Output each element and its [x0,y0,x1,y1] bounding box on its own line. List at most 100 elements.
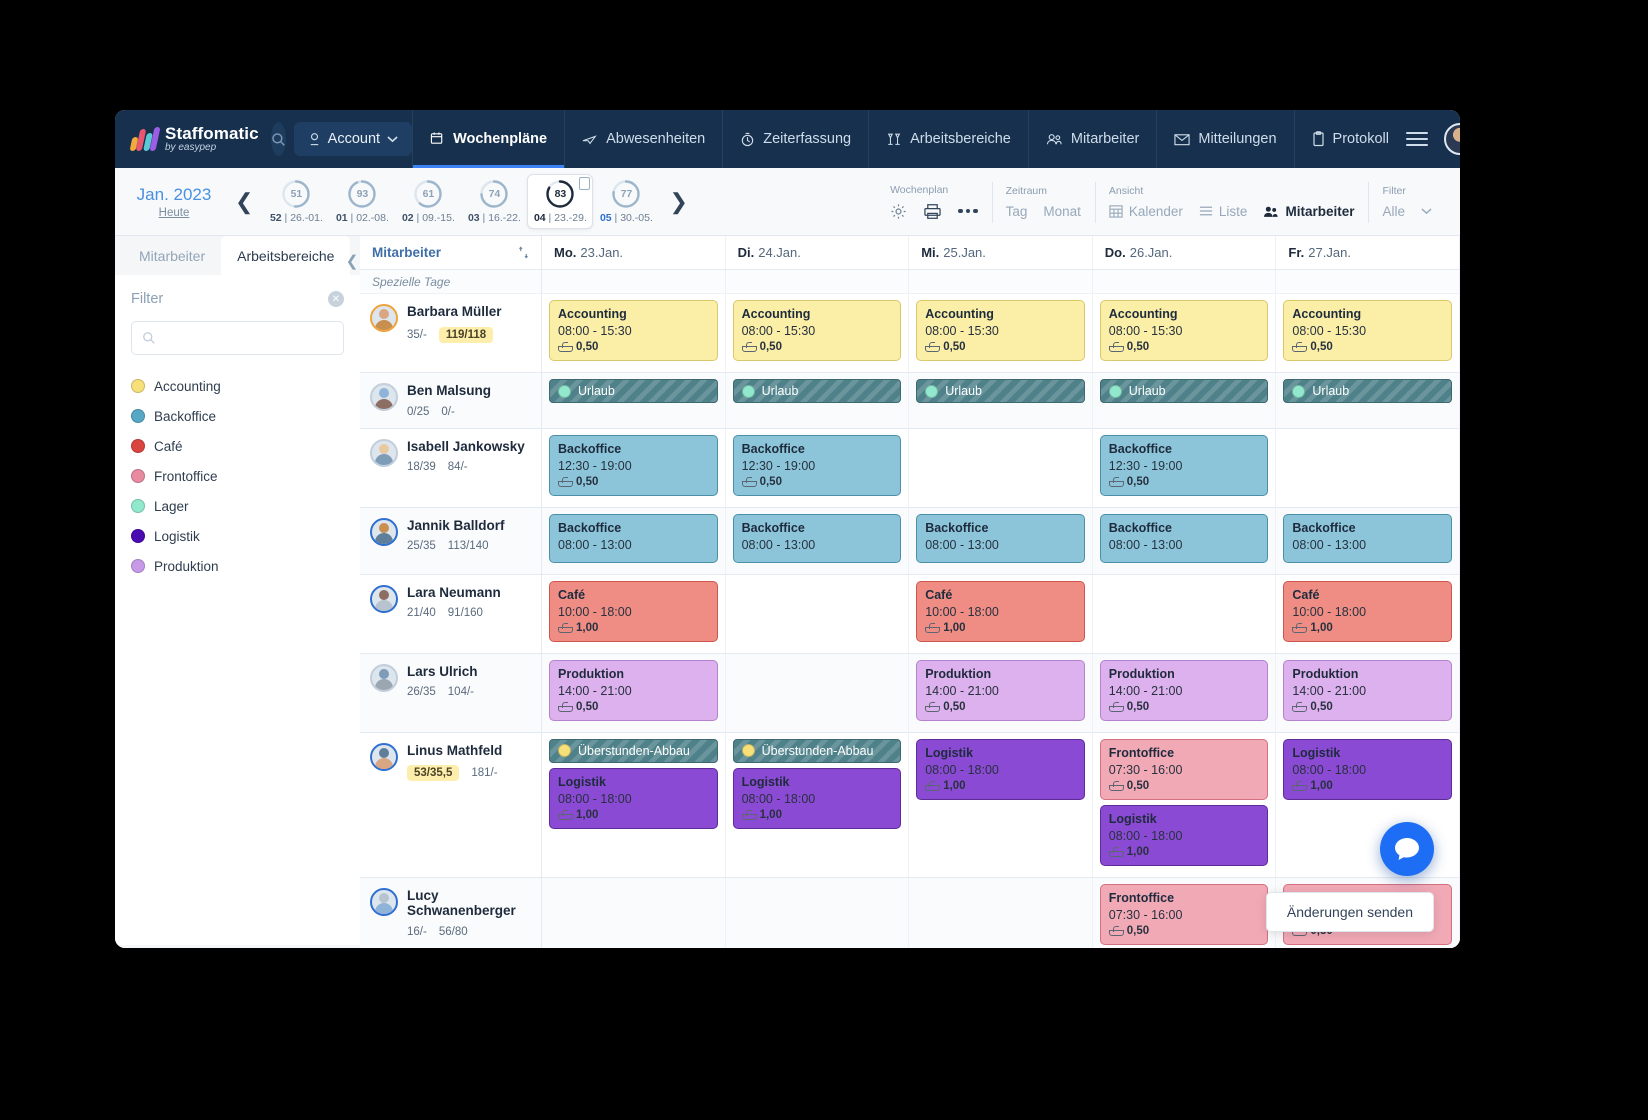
absence-card[interactable]: Urlaub [1283,379,1452,403]
send-changes-button[interactable]: Änderungen senden [1266,892,1434,932]
shift-card[interactable]: Produktion14:00 - 21:000,50 [1100,660,1269,721]
filter-search-box[interactable] [131,321,344,355]
shift-cell[interactable] [909,878,1093,948]
special-day-cell[interactable] [726,270,910,293]
shift-card[interactable]: Logistik08:00 - 18:001,00 [916,739,1085,800]
shift-card[interactable]: Logistik08:00 - 18:001,00 [549,768,718,829]
shift-card[interactable]: Backoffice08:00 - 13:00 [549,514,718,563]
shift-card[interactable]: Backoffice08:00 - 13:00 [916,514,1085,563]
zeitraum-option-monat[interactable]: Monat [1043,204,1081,219]
shift-cell[interactable]: Backoffice08:00 - 13:00 [909,508,1093,574]
shift-card[interactable]: Logistik08:00 - 18:001,00 [1100,805,1269,866]
employee-cell[interactable]: Linus Mathfeld53/35,5181/- [360,733,542,877]
absence-card[interactable]: Urlaub [916,379,1085,403]
shift-cell[interactable]: Backoffice12:30 - 19:000,50 [726,429,910,507]
ansicht-option-kalender[interactable]: Kalender [1109,204,1183,219]
shift-cell[interactable] [909,429,1093,507]
shift-card[interactable]: Produktion14:00 - 21:000,50 [916,660,1085,721]
special-day-cell[interactable] [542,270,726,293]
shift-card[interactable]: Café10:00 - 18:001,00 [549,581,718,642]
shift-card[interactable]: Accounting08:00 - 15:300,50 [1283,300,1452,361]
week-selector-05[interactable]: 7705 | 30.-05. [593,175,659,228]
shift-card[interactable]: Accounting08:00 - 15:300,50 [1100,300,1269,361]
nav-item-arbeitsbereiche[interactable]: Arbeitsbereiche [868,110,1028,168]
shift-cell[interactable]: Urlaub [1093,373,1277,428]
shift-cell[interactable]: Backoffice12:30 - 19:000,50 [542,429,726,507]
shift-cell[interactable]: Backoffice12:30 - 19:000,50 [1093,429,1277,507]
nav-item-mitarbeiter[interactable]: Mitarbeiter [1028,110,1157,168]
absence-card[interactable]: Urlaub [1100,379,1269,403]
chat-bubble-icon[interactable] [1380,822,1434,876]
shift-cell[interactable]: Accounting08:00 - 15:300,50 [1093,294,1277,372]
filter-item-logistik[interactable]: Logistik [131,521,344,551]
week-selector-02[interactable]: 6102 | 09.-15. [395,175,461,228]
shift-cell[interactable] [542,878,726,948]
shift-cell[interactable] [726,654,910,732]
user-avatar[interactable] [1444,123,1460,155]
shift-cell[interactable]: Logistik08:00 - 18:001,00 [909,733,1093,877]
shift-card[interactable]: Café10:00 - 18:001,00 [916,581,1085,642]
shift-cell[interactable] [726,878,910,948]
special-day-cell[interactable] [909,270,1093,293]
week-selector-52[interactable]: 5152 | 26.-01. [263,175,329,228]
employee-cell[interactable]: Lucy Schwanenberger16/-56/80 [360,878,542,948]
shift-cell[interactable]: Frontoffice07:30 - 16:000,50 [1093,878,1277,948]
shift-cell[interactable]: Café10:00 - 18:001,00 [542,575,726,653]
shift-card[interactable]: Accounting08:00 - 15:300,50 [733,300,902,361]
shift-card[interactable]: Frontoffice07:30 - 16:000,50 [1100,739,1269,800]
shift-card[interactable]: Produktion14:00 - 21:000,50 [1283,660,1452,721]
shift-cell[interactable]: Überstunden-Abbau Logistik08:00 - 18:001,… [542,733,726,877]
shift-card[interactable]: Backoffice08:00 - 13:00 [733,514,902,563]
duplicate-week-icon[interactable] [579,177,590,190]
shift-card[interactable]: Café10:00 - 18:001,00 [1283,581,1452,642]
shift-cell[interactable] [1093,575,1277,653]
filter-value[interactable]: Alle [1382,204,1405,219]
special-day-cell[interactable] [1276,270,1460,293]
filter-item-lager[interactable]: Lager [131,491,344,521]
shift-cell[interactable]: Urlaub [726,373,910,428]
shift-cell[interactable]: Produktion14:00 - 21:000,50 [1276,654,1460,732]
shift-card[interactable]: Frontoffice07:30 - 16:000,50 [1100,884,1269,945]
nav-item-zeiterfassung[interactable]: Zeiterfassung [722,110,868,168]
shift-cell[interactable]: Frontoffice07:30 - 16:000,50Logistik08:0… [1093,733,1277,877]
filter-item-frontoffice[interactable]: Frontoffice [131,461,344,491]
shift-cell[interactable]: Überstunden-Abbau Logistik08:00 - 18:001,… [726,733,910,877]
more-options-icon[interactable] [958,209,978,214]
shift-cell[interactable] [726,575,910,653]
week-selector-01[interactable]: 9301 | 02.-08. [329,175,395,228]
filter-search-input[interactable] [156,331,333,346]
filter-item-café[interactable]: Café [131,431,344,461]
shift-cell[interactable]: Backoffice08:00 - 13:00 [1276,508,1460,574]
shift-cell[interactable]: Accounting08:00 - 15:300,50 [726,294,910,372]
shift-cell[interactable]: Café10:00 - 18:001,00 [1276,575,1460,653]
shift-cell[interactable]: Produktion14:00 - 21:000,50 [909,654,1093,732]
shift-cell[interactable]: Urlaub [909,373,1093,428]
shift-cell[interactable]: Accounting08:00 - 15:300,50 [542,294,726,372]
absence-card[interactable]: Überstunden-Abbau [733,739,902,763]
shift-card[interactable]: Backoffice12:30 - 19:000,50 [549,435,718,496]
special-day-cell[interactable] [1093,270,1277,293]
shift-cell[interactable]: Café10:00 - 18:001,00 [909,575,1093,653]
next-week-button[interactable]: ❯ [659,189,697,215]
today-link[interactable]: Heute [123,207,225,219]
employee-cell[interactable]: Barbara Müller35/-119/118 [360,294,542,372]
search-icon[interactable] [271,122,286,156]
brand-logo[interactable]: Staffomatic by easypep [115,110,271,168]
shift-cell[interactable] [1276,429,1460,507]
employee-cell[interactable]: Isabell Jankowsky18/3984/- [360,429,542,507]
employee-cell[interactable]: Lars Ulrich26/35104/- [360,654,542,732]
shift-cell[interactable]: Urlaub [542,373,726,428]
shift-card[interactable]: Produktion14:00 - 21:000,50 [549,660,718,721]
chevron-down-icon[interactable] [1421,207,1432,215]
shift-cell[interactable]: Produktion14:00 - 21:000,50 [542,654,726,732]
shift-card[interactable]: Logistik08:00 - 18:001,00 [733,768,902,829]
month-selector[interactable]: Jan. 2023 Heute [115,185,225,219]
shift-card[interactable]: Backoffice08:00 - 13:00 [1283,514,1452,563]
nav-item-abwesenheiten[interactable]: Abwesenheiten [564,110,722,168]
shift-card[interactable]: Backoffice12:30 - 19:000,50 [733,435,902,496]
absence-card[interactable]: Überstunden-Abbau [549,739,718,763]
tab-arbeitsbereiche[interactable]: Arbeitsbereiche [221,236,350,275]
nav-item-mitteilungen[interactable]: Mitteilungen [1156,110,1293,168]
week-selector-03[interactable]: 7403 | 16.-22. [461,175,527,228]
shift-card[interactable]: Backoffice12:30 - 19:000,50 [1100,435,1269,496]
